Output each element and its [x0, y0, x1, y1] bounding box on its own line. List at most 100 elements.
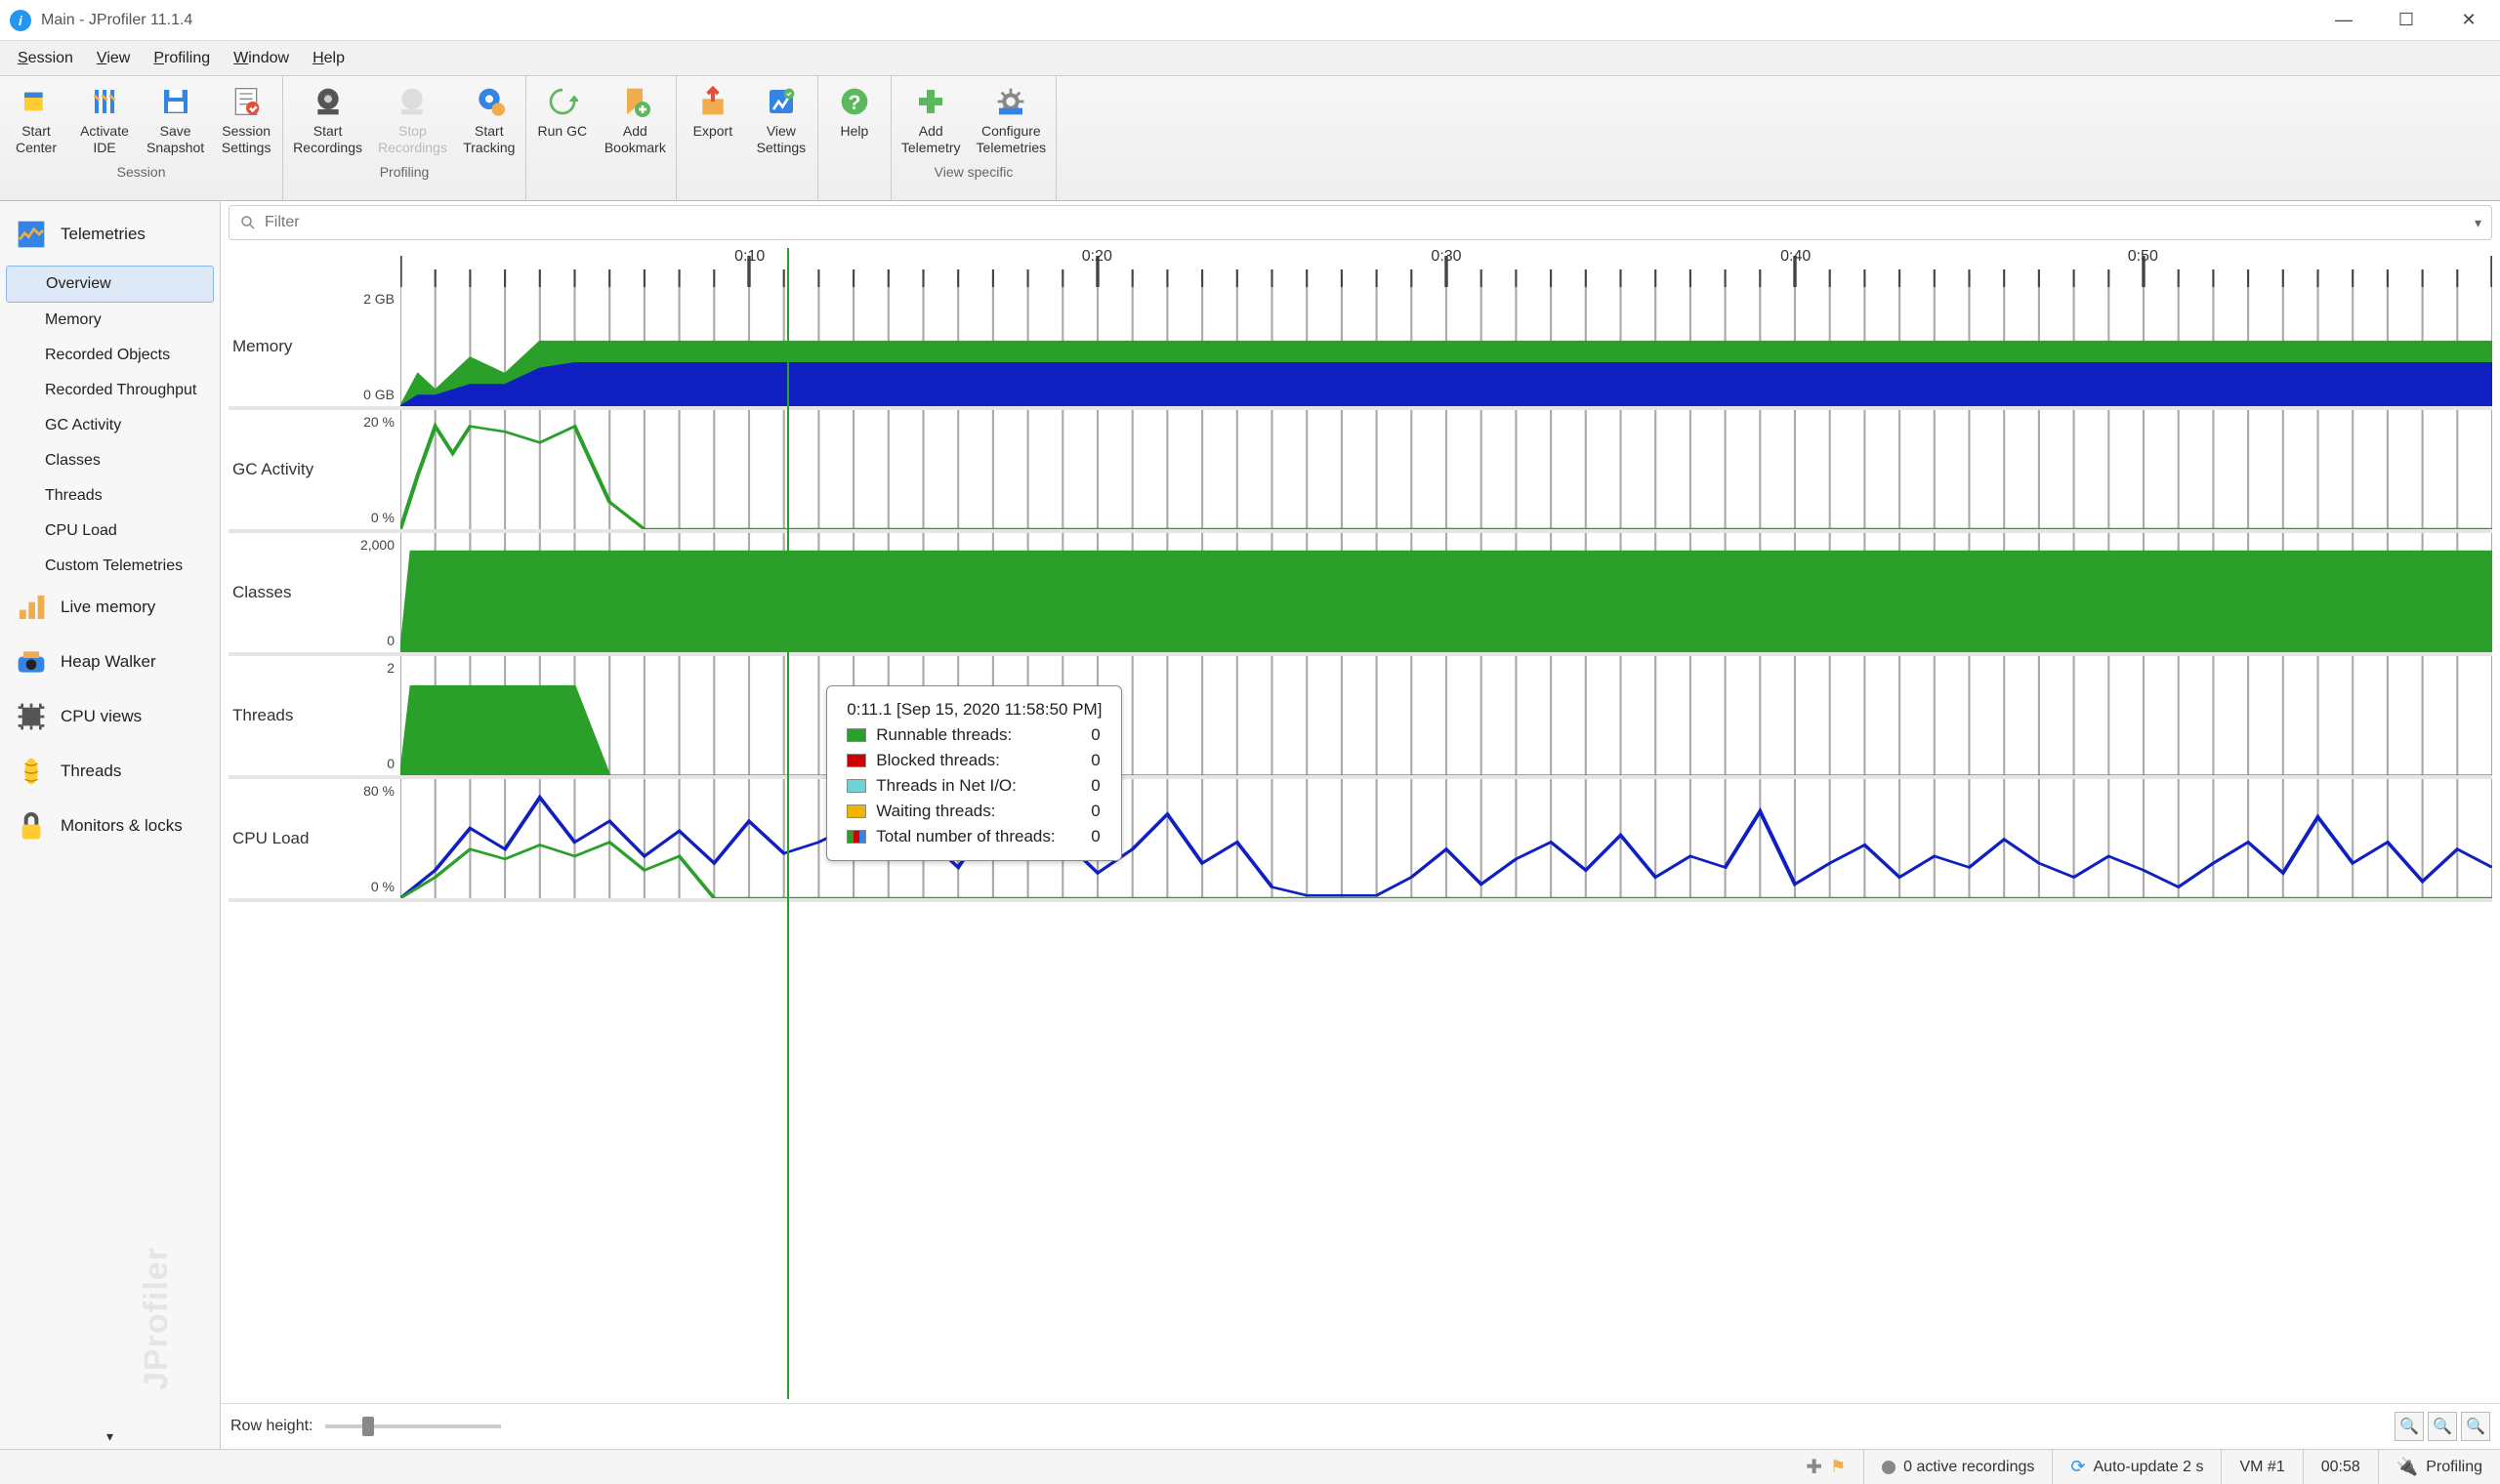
- sidebar-item-overview[interactable]: Overview: [6, 266, 214, 303]
- sidebar-item-recorded-objects[interactable]: Recorded Objects: [6, 338, 214, 373]
- status-vm[interactable]: VM #1: [2221, 1450, 2302, 1484]
- chart-label: Memory: [229, 287, 346, 406]
- menu-view[interactable]: View: [85, 46, 142, 71]
- start-recordings-icon: [311, 84, 346, 119]
- chart-row-threads: Threads20: [229, 656, 2492, 779]
- sidebar-item-cpu-load[interactable]: CPU Load: [6, 514, 214, 549]
- configure-telemetries-button[interactable]: ConfigureTelemetries: [969, 80, 1055, 160]
- close-button[interactable]: ✕: [2438, 0, 2500, 41]
- menu-session[interactable]: Session: [6, 46, 85, 71]
- charts-panel: 0:100:200:300:400:50 0:11.1 [Sep 15, 202…: [229, 248, 2492, 1399]
- chart-plot[interactable]: [400, 533, 2492, 652]
- run-gc-button[interactable]: Run GC: [528, 80, 597, 160]
- start-tracking-icon: [472, 84, 507, 119]
- heap-walker-icon: [16, 646, 47, 678]
- row-height-bar: Row height: 🔍 🔍 🔍: [221, 1403, 2500, 1449]
- zoom-out-icon[interactable]: 🔍: [2395, 1412, 2424, 1441]
- tooltip-header: 0:11.1 [Sep 15, 2020 11:58:50 PM]: [847, 700, 1102, 720]
- session-settings-icon: [229, 84, 264, 119]
- refresh-icon: ⟳: [2070, 1457, 2085, 1477]
- start-center-button[interactable]: StartCenter: [2, 80, 70, 160]
- export-icon: [695, 84, 730, 119]
- sidebar-item-memory[interactable]: Memory: [6, 303, 214, 338]
- svg-text:?: ?: [848, 91, 860, 114]
- filter-input[interactable]: [265, 214, 2475, 231]
- window-title: Main - JProfiler 11.1.4: [41, 12, 192, 29]
- chart-row-memory: Memory2 GB0 GB: [229, 287, 2492, 410]
- chart-plot[interactable]: [400, 287, 2492, 406]
- menu-help[interactable]: Help: [301, 46, 356, 71]
- app-icon: i: [10, 10, 31, 31]
- plug-icon: 🔌: [2396, 1457, 2418, 1477]
- tooltip-row: Waiting threads:0: [847, 802, 1102, 821]
- live-memory-icon: [16, 592, 47, 623]
- slider-thumb[interactable]: [362, 1417, 374, 1436]
- save-snapshot-button[interactable]: SaveSnapshot: [139, 80, 212, 160]
- zoom-fit-icon[interactable]: 🔍: [2461, 1412, 2490, 1441]
- sidebar-section-telemetries[interactable]: Telemetries: [0, 211, 220, 258]
- start-recordings-button[interactable]: StartRecordings: [285, 80, 370, 160]
- tooltip-row: Blocked threads:0: [847, 751, 1102, 770]
- row-height-slider[interactable]: [325, 1424, 501, 1428]
- sidebar-section-monitors-locks[interactable]: Monitors & locks: [0, 803, 220, 849]
- chart-label: Classes: [229, 533, 346, 652]
- chart-plot[interactable]: [400, 779, 2492, 898]
- add-bookmark-button[interactable]: AddBookmark: [597, 80, 674, 160]
- status-mode[interactable]: 🔌 Profiling: [2378, 1450, 2500, 1484]
- toolbar-group-label: [679, 160, 815, 184]
- add-telemetry-button[interactable]: AddTelemetry: [894, 80, 969, 160]
- tooltip-row: Runnable threads:0: [847, 725, 1102, 745]
- tooltip-row: Threads in Net I/O:0: [847, 776, 1102, 796]
- chart-yaxis: 80 %0 %: [346, 779, 400, 898]
- session-settings-button[interactable]: SessionSettings: [212, 80, 280, 160]
- tooltip: 0:11.1 [Sep 15, 2020 11:58:50 PM] Runnabl…: [826, 685, 1122, 861]
- sidebar-section-threads[interactable]: Threads: [0, 748, 220, 795]
- sidebar-item-recorded-throughput[interactable]: Recorded Throughput: [6, 373, 214, 408]
- help-icon: ?: [837, 84, 872, 119]
- sidebar: Telemetries OverviewMemoryRecorded Object…: [0, 201, 221, 1449]
- help-button[interactable]: ?Help: [820, 80, 889, 160]
- time-tick: 0:50: [2128, 248, 2158, 266]
- zoom-in-icon[interactable]: 🔍: [2428, 1412, 2457, 1441]
- time-tick: 0:20: [1082, 248, 1112, 266]
- filter-bar[interactable]: ▾: [229, 205, 2492, 240]
- save-snapshot-icon: [158, 84, 193, 119]
- sidebar-item-classes[interactable]: Classes: [6, 443, 214, 478]
- chart-label: Threads: [229, 656, 346, 775]
- sidebar-section-live-memory[interactable]: Live memory: [0, 584, 220, 631]
- chart-yaxis: 20 %0 %: [346, 410, 400, 529]
- toolbar-group-label: [820, 160, 889, 184]
- threads-icon: [16, 756, 47, 787]
- chart-plot[interactable]: [400, 410, 2492, 529]
- tooltip-row: Total number of threads:0: [847, 827, 1102, 846]
- menu-profiling[interactable]: Profiling: [142, 46, 222, 71]
- flag-icon[interactable]: ⚑: [1830, 1457, 1846, 1477]
- export-button[interactable]: Export: [679, 80, 747, 160]
- time-tick: 0:40: [1780, 248, 1811, 266]
- time-cursor[interactable]: [787, 248, 789, 1399]
- start-tracking-button[interactable]: StartTracking: [455, 80, 523, 160]
- filter-dropdown-icon[interactable]: ▾: [2475, 215, 2481, 231]
- toolbar-group-label: View specific: [894, 160, 1054, 184]
- maximize-button[interactable]: ☐: [2375, 0, 2438, 41]
- time-axis: 0:100:200:300:400:50: [400, 248, 2492, 287]
- minimize-button[interactable]: —: [2312, 0, 2375, 41]
- view-settings-button[interactable]: ViewSettings: [747, 80, 815, 160]
- sidebar-item-threads[interactable]: Threads: [6, 478, 214, 514]
- chart-plot[interactable]: [400, 656, 2492, 775]
- sidebar-section-heap-walker[interactable]: Heap Walker: [0, 639, 220, 685]
- run-gc-icon: [545, 84, 580, 119]
- chart-label: CPU Load: [229, 779, 346, 898]
- sidebar-expand-icon[interactable]: ▾: [0, 1424, 220, 1449]
- stop-recordings-button: StopRecordings: [370, 80, 455, 160]
- menu-window[interactable]: Window: [222, 46, 301, 71]
- status-recordings[interactable]: 0 active recordings: [1863, 1450, 2052, 1484]
- search-icon: [239, 214, 257, 231]
- activate-ide-button[interactable]: ActivateIDE: [70, 80, 139, 160]
- sidebar-item-custom-telemetries[interactable]: Custom Telemetries: [6, 549, 214, 584]
- chart-row-cpu-load: CPU Load80 %0 %: [229, 779, 2492, 902]
- sidebar-section-cpu-views[interactable]: CPU views: [0, 693, 220, 740]
- sidebar-item-gc-activity[interactable]: GC Activity: [6, 408, 214, 443]
- status-auto-update[interactable]: ⟳ Auto-update 2 s: [2052, 1450, 2221, 1484]
- add-marker-icon[interactable]: ✚: [1806, 1455, 1822, 1479]
